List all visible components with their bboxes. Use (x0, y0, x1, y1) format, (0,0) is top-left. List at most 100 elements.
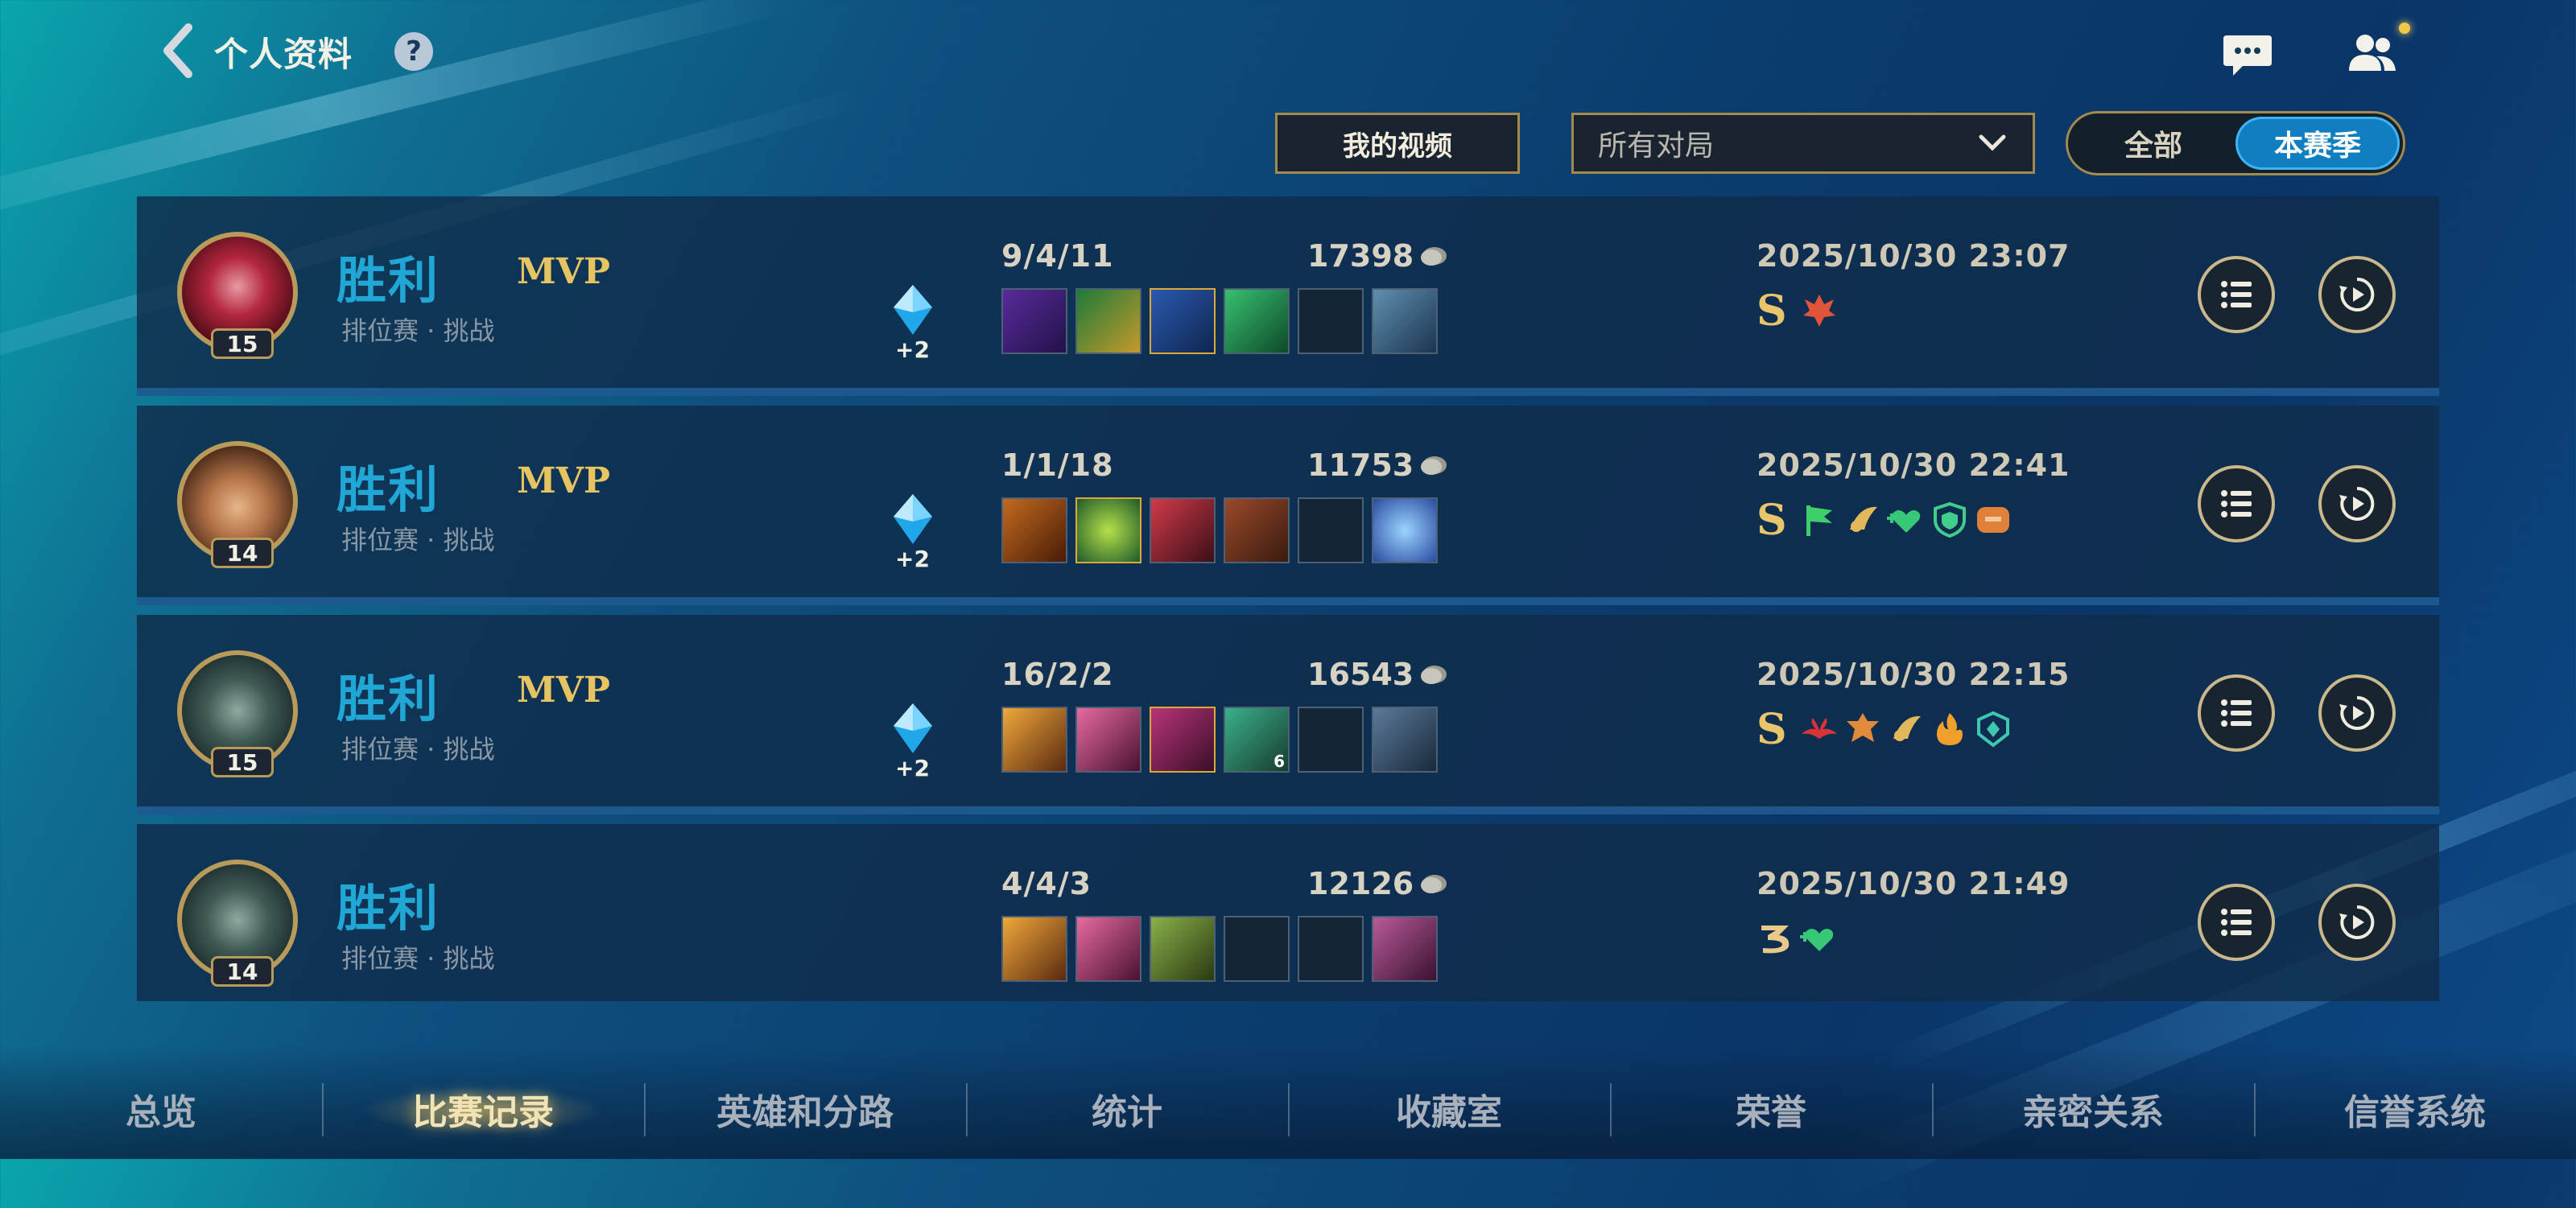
orange-crest-badge-icon (1846, 713, 1879, 742)
match-row[interactable]: 14 胜利 MVP 排位赛 · 挑战 +2 1/1/18 11753 2025/… (137, 406, 2439, 605)
trinket-slot[interactable] (1372, 916, 1438, 982)
tab-honor[interactable]: 荣誉 (1736, 1083, 1806, 1135)
item-build (1001, 916, 1438, 982)
green-heart-badge-icon (1886, 510, 1920, 533)
orange-pig-badge-icon (1976, 507, 2009, 533)
tab-divider (1288, 1083, 1290, 1136)
tab-match-history[interactable]: 比赛记录 (412, 1083, 554, 1135)
game-mode: 排位赛 · 挑战 (341, 525, 495, 555)
tab-relationships[interactable]: 亲密关系 (2022, 1083, 2164, 1135)
tab-overview[interactable]: 总览 (126, 1083, 196, 1135)
game-mode: 排位赛 · 挑战 (341, 734, 495, 765)
list-icon (2221, 490, 2252, 517)
replay-button[interactable] (2318, 674, 2396, 752)
item-slot[interactable] (1001, 497, 1067, 563)
gem-bonus: +2 (895, 546, 930, 572)
red-flame-badge-icon (1802, 295, 1835, 327)
item-slot[interactable] (1075, 707, 1141, 773)
game-mode: 排位赛 · 挑战 (341, 315, 495, 346)
gold-earned: 12126 (1307, 866, 1449, 901)
match-row[interactable]: 15 胜利 MVP 排位赛 · 挑战 +2 16/2/2 16543 6 202… (137, 615, 2439, 814)
match-filter-dropdown[interactable]: 所有对局 (1571, 113, 2035, 174)
friends-icon[interactable] (2344, 29, 2401, 77)
list-icon (2221, 281, 2252, 308)
green-flag-badge-icon (1806, 505, 1832, 536)
chat-icon[interactable] (2222, 32, 2273, 77)
match-datetime: 2025/10/30 22:15 (1757, 657, 2070, 692)
list-icon (2221, 909, 2252, 936)
replay-button[interactable] (2318, 884, 2396, 961)
match-details-button[interactable] (2198, 465, 2275, 542)
match-row[interactable]: 14 胜利 排位赛 · 挑战 4/4/3 12126 2025/10/30 21… (137, 824, 2439, 1001)
item-build: 6 (1001, 707, 1438, 773)
bottom-nav: 总览 比赛记录 英雄和分路 统计 收藏室 荣誉 亲密关系 信誉系统 (0, 1046, 2576, 1159)
green-shield-badge-icon (1933, 501, 1966, 538)
item-slot[interactable]: 6 (1224, 707, 1290, 773)
item-slot[interactable] (1150, 707, 1216, 773)
match-details-button[interactable] (2198, 256, 2275, 333)
back-button[interactable] (159, 23, 208, 79)
chevron-left-icon (163, 23, 192, 78)
my-video-button[interactable]: 我的视频 (1275, 113, 1520, 174)
item-slot-empty (1298, 707, 1364, 773)
chevron-down-icon (1979, 134, 2006, 151)
trinket-slot[interactable] (1372, 497, 1438, 563)
item-slot[interactable] (1224, 497, 1290, 563)
trinket-slot[interactable] (1372, 707, 1438, 773)
item-slot[interactable] (1224, 288, 1290, 354)
item-slot[interactable] (1075, 497, 1141, 563)
mvp-badge: MVP (517, 251, 610, 292)
gold-feather-badge-icon (1849, 506, 1877, 532)
match-result: 胜利 (336, 251, 440, 310)
replay-button[interactable] (2318, 465, 2396, 542)
champion-level: 14 (211, 956, 274, 987)
match-row[interactable]: 15 胜利 MVP 排位赛 · 挑战 +2 9/4/11 17398 2025/… (137, 196, 2439, 396)
gem-bonus: +2 (895, 755, 930, 781)
teal-shield-badge-icon (1976, 711, 2009, 748)
performance-rating: S (1757, 496, 2013, 545)
item-slot[interactable] (1001, 288, 1067, 354)
season-toggle[interactable]: 全部 本赛季 (2066, 111, 2405, 175)
replay-button[interactable] (2318, 256, 2396, 333)
kda: 16/2/2 (1001, 657, 1114, 692)
gold-earned: 17398 (1307, 238, 1449, 274)
mvp-badge: MVP (517, 670, 610, 711)
replay-icon (2339, 277, 2375, 311)
red-wings-badge-icon (1801, 718, 1837, 739)
item-slot-empty (1298, 916, 1364, 982)
item-slot-empty (1224, 916, 1290, 982)
toggle-all[interactable]: 全部 (2071, 117, 2235, 170)
match-datetime: 2025/10/30 21:49 (1757, 866, 2070, 901)
item-slot[interactable] (1001, 916, 1067, 982)
tab-statistics[interactable]: 统计 (1092, 1083, 1162, 1135)
help-icon[interactable]: ? (394, 32, 433, 71)
grade: S (1757, 704, 1787, 754)
item-slot[interactable] (1001, 707, 1067, 773)
gold-value: 16543 (1307, 657, 1414, 692)
match-details-button[interactable] (2198, 884, 2275, 961)
replay-icon (2339, 486, 2375, 521)
kda: 9/4/11 (1001, 238, 1114, 274)
item-stack-count: 6 (1274, 752, 1285, 771)
match-list[interactable]: 15 胜利 MVP 排位赛 · 挑战 +2 9/4/11 17398 2025/… (137, 196, 2439, 1001)
tab-divider (2254, 1083, 2256, 1136)
toggle-current-season[interactable]: 本赛季 (2235, 117, 2400, 170)
tab-collection[interactable]: 收藏室 (1396, 1083, 1502, 1135)
performance-rating (1757, 914, 1839, 963)
tab-divider (644, 1083, 646, 1136)
item-slot[interactable] (1150, 916, 1216, 982)
item-slot[interactable] (1150, 497, 1216, 563)
match-details-button[interactable] (2198, 674, 2275, 752)
trinket-slot[interactable] (1372, 288, 1438, 354)
item-slot[interactable] (1075, 288, 1141, 354)
item-slot[interactable] (1150, 288, 1216, 354)
gem-bonus: +2 (895, 336, 930, 363)
tab-champions-lanes[interactable]: 英雄和分路 (716, 1083, 894, 1135)
item-slot[interactable] (1075, 916, 1141, 982)
list-icon (2221, 699, 2252, 727)
tab-credit-system[interactable]: 信誉系统 (2344, 1083, 2486, 1135)
match-datetime: 2025/10/30 22:41 (1757, 447, 2070, 483)
champion-level: 15 (211, 328, 274, 359)
gold-three-badge-icon (1761, 926, 1790, 954)
tab-divider (1610, 1083, 1612, 1136)
